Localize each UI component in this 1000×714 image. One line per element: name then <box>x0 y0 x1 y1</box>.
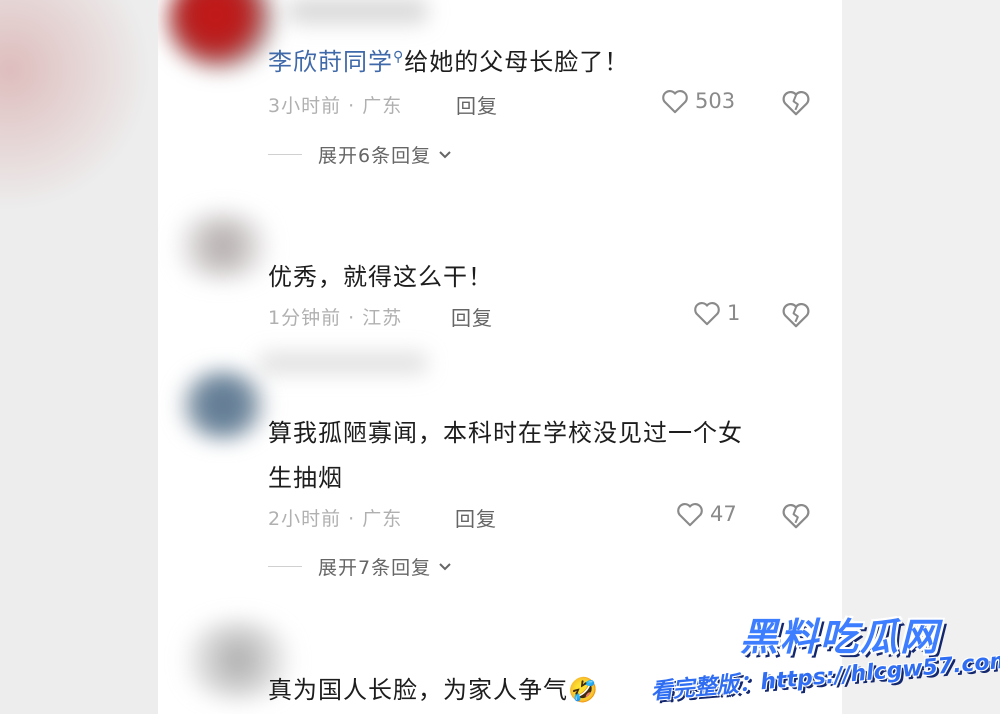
chevron-down-icon <box>439 562 451 570</box>
broken-heart-icon <box>782 302 810 328</box>
comment-text: 李欣莳同学⚲给她的父母长脸了！ <box>268 42 629 77</box>
broken-heart-icon <box>782 503 810 529</box>
avatar[interactable] <box>166 0 276 70</box>
expand-replies[interactable]: 展开7条回复 <box>268 553 453 580</box>
reply-button[interactable]: 回复 <box>455 503 497 532</box>
expand-replies[interactable]: 展开6条回复 <box>268 141 453 168</box>
like-button[interactable]: 1 <box>693 300 740 326</box>
comment-text: 真为国人长脸，为家人争气🤣 <box>268 670 599 705</box>
site-watermark: 黑料吃瓜网 看完整版：https://hlcgw57.com <box>650 606 1000 714</box>
avatar[interactable] <box>178 370 268 440</box>
heart-outline-icon <box>694 302 720 326</box>
chevron-down-icon <box>439 150 451 158</box>
dislike-button[interactable] <box>781 89 811 120</box>
comment-time-location: 3小时前 · 广东 <box>268 95 403 117</box>
expand-label: 展开6条回复 <box>318 145 432 167</box>
comment-body: 给她的父母长脸了！ <box>404 48 630 76</box>
reply-button[interactable]: 回复 <box>451 302 493 331</box>
background-left <box>0 0 158 714</box>
mention-link[interactable]: 李欣莳同学 <box>268 48 393 76</box>
username-blurred <box>258 352 428 374</box>
divider-line <box>268 154 302 155</box>
username-blurred <box>288 0 428 24</box>
search-icon[interactable]: ⚲ <box>393 49 404 65</box>
comment-time-location: 2小时前 · 广东 <box>268 508 403 530</box>
comment-body: 真为国人长脸，为家人争气 <box>268 676 568 704</box>
dislike-button[interactable] <box>781 502 811 533</box>
like-count: 503 <box>695 89 736 113</box>
comment-time-location: 1分钟前 · 江苏 <box>268 307 403 329</box>
like-count: 47 <box>710 502 737 526</box>
dislike-button[interactable] <box>781 301 811 332</box>
laughing-emoji-icon: 🤣 <box>568 676 599 704</box>
divider-line <box>268 566 302 567</box>
like-count: 1 <box>727 301 741 325</box>
avatar[interactable] <box>168 212 278 280</box>
expand-label: 展开7条回复 <box>318 557 432 579</box>
comment-text-line2: 生抽烟 <box>268 464 343 492</box>
heart-outline-icon <box>662 90 688 114</box>
reply-button[interactable]: 回复 <box>456 90 498 119</box>
heart-outline-icon <box>677 503 703 527</box>
broken-heart-icon <box>782 90 810 116</box>
comment-text-line1: 算我孤陋寡闻，本科时在学校没见过一个女 <box>268 419 743 447</box>
comment-text: 优秀，就得这么干！ <box>268 263 493 291</box>
like-button[interactable]: 47 <box>676 501 737 527</box>
like-button[interactable]: 503 <box>661 88 735 114</box>
